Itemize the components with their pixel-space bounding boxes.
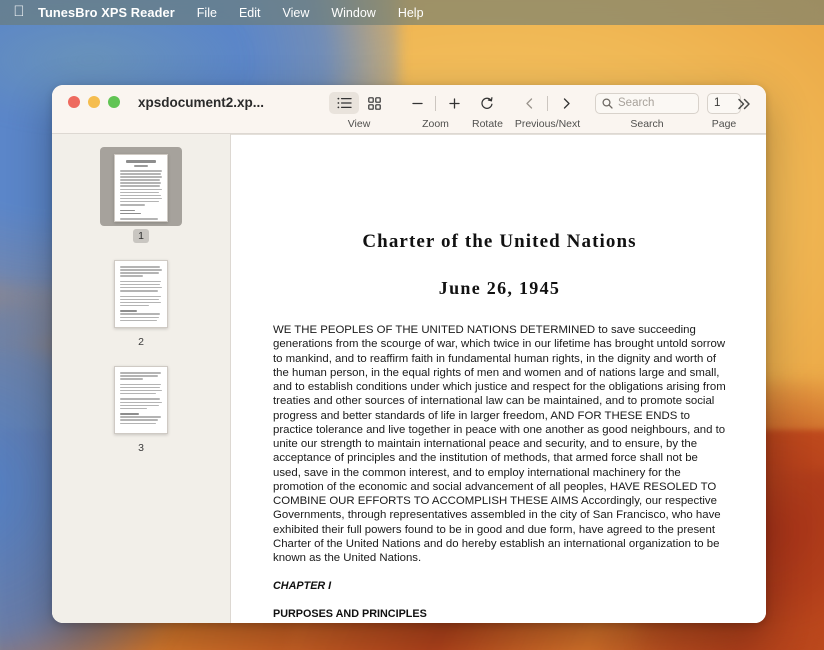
window-body: 1 [52,134,766,623]
minus-icon[interactable] [402,92,432,114]
thumbnail-selection-highlight [100,359,182,438]
toolbar-group-zoom: Zoom [402,91,469,130]
document-paragraph: WE THE PEOPLES OF THE UNITED NATIONS DET… [273,323,726,565]
apple-logo-icon[interactable]:  [0,4,38,21]
toolbar-group-search: Search Search [595,91,699,130]
toolbar-label-zoom: Zoom [422,118,449,130]
thumbnail-number: 3 [133,441,149,455]
toolbar-group-view: View [329,91,389,130]
menu-item-edit[interactable]: Edit [239,6,261,20]
search-input[interactable]: Search [595,93,699,114]
menu-item-help[interactable]: Help [398,6,424,20]
document-heading: Charter of the United Nations [273,231,726,253]
list-view-icon[interactable] [329,92,359,114]
double-chevron-right-icon[interactable] [736,97,752,111]
close-button[interactable] [68,96,80,108]
maximize-button[interactable] [108,96,120,108]
desktop-background:  TunesBro XPS Reader File Edit View Win… [0,0,824,650]
document-chapter-heading: CHAPTER I [273,580,726,592]
window-toolbar: xpsdocument2.xp... [52,85,766,134]
thumbnail-page-preview [114,154,168,222]
grid-view-icon[interactable] [359,92,389,114]
thumbnail-page-preview [114,366,168,434]
menu-item-file[interactable]: File [197,6,217,20]
toolbar-group-prevnext: Previous/Next [514,91,581,130]
thumbnail-number: 2 [133,335,149,349]
toolbar-label-prevnext: Previous/Next [515,118,580,130]
thumbnail-item-1[interactable]: 1 [52,143,230,249]
toolbar-label-page: Page [712,118,737,130]
thumbnail-selection-highlight [100,147,182,226]
toolbar-label-view: View [348,118,371,130]
chevron-right-icon[interactable] [551,92,581,114]
menu-app-name[interactable]: TunesBro XPS Reader [38,5,175,20]
document-subheading: June 26, 1945 [273,278,726,299]
thumbnail-selection-highlight [100,253,182,332]
rotate-clockwise-icon[interactable] [472,92,502,114]
search-icon [602,98,613,109]
toolbar-divider [547,96,548,111]
document-page: Charter of the United Nations June 26, 1… [231,135,766,620]
thumbnail-sidebar[interactable]: 1 [52,134,231,623]
toolbar-label-rotate: Rotate [472,118,503,130]
toolbar-group-rotate: Rotate [472,91,503,130]
plus-icon[interactable] [439,92,469,114]
minimize-button[interactable] [88,96,100,108]
window-title: xpsdocument2.xp... [120,93,264,110]
document-page-area[interactable]: Charter of the United Nations June 26, 1… [231,134,766,623]
thumbnail-page-preview [114,260,168,328]
app-window: xpsdocument2.xp... [52,85,766,623]
menu-item-view[interactable]: View [282,6,309,20]
document-section-heading: PURPOSES AND PRINCIPLES [273,608,726,620]
thumbnail-item-3[interactable]: 3 [52,355,230,461]
menu-item-window[interactable]: Window [331,6,375,20]
toolbar-divider [435,96,436,111]
menu-bar:  TunesBro XPS Reader File Edit View Win… [0,0,824,25]
toolbar-label-search: Search [630,118,663,130]
traffic-lights [52,93,120,108]
search-placeholder: Search [618,97,654,109]
thumbnail-number: 1 [133,229,149,243]
thumbnail-item-2[interactable]: 2 [52,249,230,355]
chevron-left-icon[interactable] [514,92,544,114]
